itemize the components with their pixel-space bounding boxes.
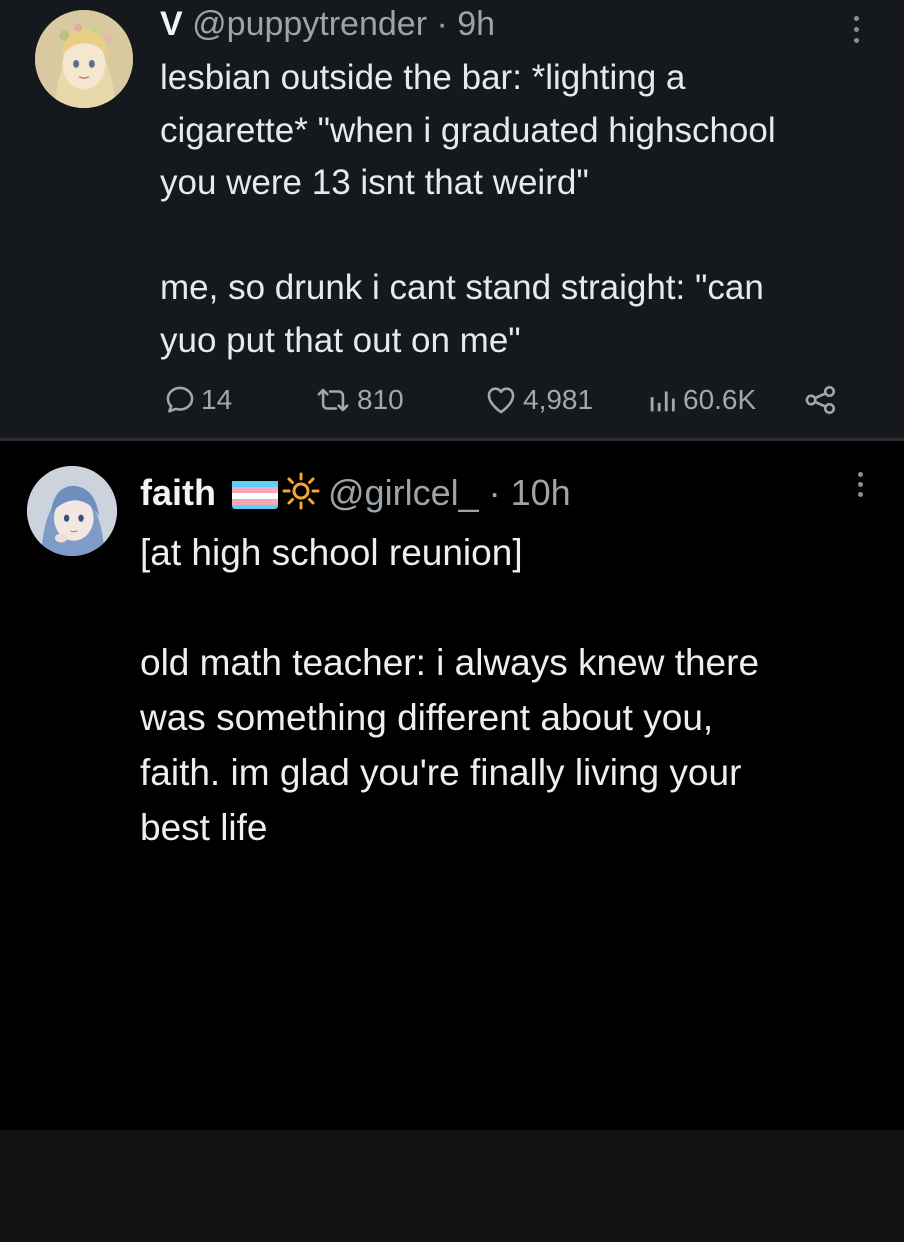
tweet-card-1: V @puppytrender · 9h lesbian outside the…: [0, 0, 904, 438]
repost-icon: [317, 388, 349, 412]
kebab-menu-icon[interactable]: [855, 472, 865, 497]
avatar[interactable]: [27, 466, 117, 556]
user-handle[interactable]: @puppytrender: [192, 5, 427, 43]
user-handle[interactable]: @girlcel_: [328, 472, 479, 513]
reply-button[interactable]: 14: [163, 380, 232, 420]
view-count: 60.6K: [683, 384, 757, 415]
reply-icon: [166, 386, 194, 413]
reply-count: 14: [201, 384, 233, 415]
avatar-illustration: [27, 466, 117, 556]
like-count: 4,981: [523, 384, 594, 415]
share-icon: [805, 385, 836, 415]
display-name[interactable]: faith: [140, 472, 216, 513]
repost-count: 810: [357, 384, 404, 415]
sun-icon: [282, 472, 320, 510]
avatar[interactable]: [35, 10, 133, 108]
tweet-actions: 14 810 4,981 60.6K: [163, 380, 863, 420]
tweet-header: V @puppytrender · 9h: [160, 4, 495, 44]
repost-button[interactable]: 810: [313, 380, 404, 420]
separator-dot: ·: [488, 472, 501, 513]
separator-dot: ·: [436, 5, 448, 43]
tweet-header: faith @girlcel_ · 10h: [140, 472, 571, 513]
like-button[interactable]: 4,981: [483, 380, 593, 420]
views-button[interactable]: 60.6K: [645, 380, 756, 420]
timestamp[interactable]: 10h: [511, 472, 571, 513]
timestamp[interactable]: 9h: [457, 5, 495, 43]
tweet-text: lesbian outside the bar: *lighting a cig…: [160, 58, 776, 360]
views-icon: [650, 391, 675, 412]
tweet-text: [at high school reunion] old math teache…: [140, 532, 760, 848]
avatar-illustration: [35, 10, 133, 108]
like-icon: [487, 387, 515, 414]
kebab-menu-icon[interactable]: [851, 16, 861, 43]
trans-flag-icon: [232, 479, 279, 509]
display-name[interactable]: V: [160, 5, 183, 43]
share-button[interactable]: [803, 380, 839, 420]
footer-bar: [0, 1130, 904, 1242]
divider: [0, 438, 904, 441]
